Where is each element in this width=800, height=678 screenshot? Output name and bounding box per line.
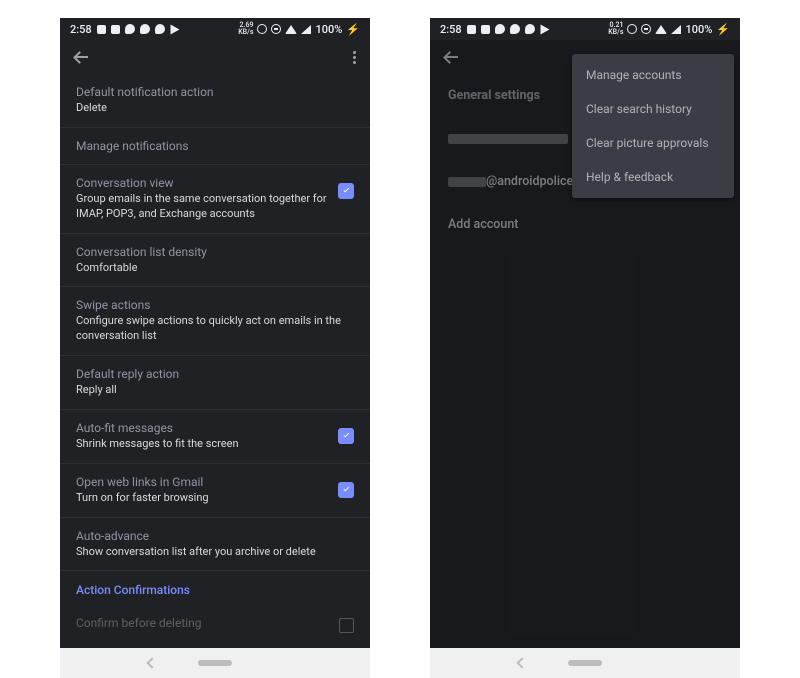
menu-clear-search-history[interactable]: Clear search history (572, 92, 734, 126)
setting-open-web-links[interactable]: Open web links in Gmail Turn on for fast… (60, 464, 370, 518)
setting-subtitle: Delete (76, 101, 354, 116)
alarm-icon (257, 24, 267, 34)
wifi-icon (655, 25, 667, 34)
setting-title: Open web links in Gmail (76, 475, 328, 489)
checkbox-checked[interactable] (338, 482, 354, 498)
notification-icon (97, 25, 106, 34)
checkbox-checked[interactable] (338, 183, 354, 199)
play-icon (540, 24, 549, 34)
status-bar: 2:58 0.21 KB/s 100% ⚡ (430, 18, 740, 40)
status-clock: 2:58 (70, 23, 92, 36)
chat-icon (495, 24, 505, 34)
section-action-confirmations: Action Confirmations (60, 571, 370, 605)
notification-icon (111, 25, 120, 34)
setting-conversation-list-density[interactable]: Conversation list density Comfortable (60, 234, 370, 288)
menu-manage-accounts[interactable]: Manage accounts (572, 58, 734, 92)
chat-icon (125, 24, 135, 34)
chat-icon (140, 24, 150, 34)
status-bar: 2:58 2.69 KB/s 100% ⚡ (60, 18, 370, 40)
net-speed: 2.69 KB/s (238, 22, 253, 36)
setting-title: Default reply action (76, 367, 354, 381)
setting-title: Conversation list density (76, 245, 354, 259)
setting-manage-notifications[interactable]: Manage notifications (60, 128, 370, 165)
menu-help-feedback[interactable]: Help & feedback (572, 160, 734, 194)
list-add-account[interactable]: Add account (430, 203, 740, 246)
back-icon[interactable] (444, 50, 458, 64)
setting-auto-fit-messages[interactable]: Auto-fit messages Shrink messages to fit… (60, 410, 370, 464)
android-nav-bar (430, 648, 740, 678)
nav-home-pill[interactable] (198, 660, 232, 666)
app-toolbar (60, 40, 370, 74)
net-speed: 0.21 KB/s (608, 22, 623, 36)
redacted-text (448, 177, 486, 187)
nav-back-icon[interactable] (516, 657, 527, 668)
setting-subtitle: Group emails in the same conversation to… (76, 192, 328, 222)
checkbox-unchecked[interactable] (339, 618, 354, 633)
setting-title: Auto-advance (76, 529, 354, 543)
phone-screenshot-right: 2:58 0.21 KB/s 100% ⚡ General settings @… (430, 18, 740, 648)
nav-back-icon[interactable] (146, 657, 157, 668)
cell-signal-icon (671, 25, 681, 34)
android-nav-bar (60, 648, 370, 678)
cell-signal-icon (301, 25, 311, 34)
chat-icon (155, 24, 165, 34)
checkbox-checked[interactable] (338, 428, 354, 444)
phone-screenshot-left: 2:58 2.69 KB/s 100% ⚡ Default notificati… (60, 18, 370, 648)
setting-subtitle: Comfortable (76, 261, 354, 276)
alarm-icon (627, 24, 637, 34)
setting-subtitle: Reply all (76, 383, 354, 398)
setting-subtitle: Show conversation list after you archive… (76, 545, 354, 560)
menu-clear-picture-approvals[interactable]: Clear picture approvals (572, 126, 734, 160)
setting-subtitle: Configure swipe actions to quickly act o… (76, 314, 354, 344)
setting-title: Confirm before deleting (76, 616, 329, 630)
overflow-menu-icon[interactable] (353, 51, 356, 64)
setting-subtitle: Turn on for faster browsing (76, 491, 328, 506)
setting-title: Conversation view (76, 176, 328, 190)
dnd-icon (641, 24, 651, 34)
chat-icon (525, 24, 535, 34)
setting-auto-advance[interactable]: Auto-advance Show conversation list afte… (60, 518, 370, 572)
setting-title: Default notification action (76, 85, 354, 99)
overflow-menu: Manage accounts Clear search history Cle… (572, 54, 734, 198)
battery-text: 100% (315, 23, 342, 36)
status-clock: 2:58 (440, 23, 462, 36)
setting-confirm-before-deleting[interactable]: Confirm before deleting (60, 605, 370, 633)
charging-icon: ⚡ (346, 23, 360, 36)
notification-icon (467, 25, 476, 34)
setting-title: Swipe actions (76, 298, 354, 312)
wifi-icon (285, 25, 297, 34)
setting-conversation-view[interactable]: Conversation view Group emails in the sa… (60, 165, 370, 234)
battery-text: 100% (685, 23, 712, 36)
chat-icon (510, 24, 520, 34)
notification-icon (481, 25, 490, 34)
charging-icon: ⚡ (716, 23, 730, 36)
setting-default-reply-action[interactable]: Default reply action Reply all (60, 356, 370, 410)
play-icon (170, 24, 179, 34)
setting-default-notification-action[interactable]: Default notification action Delete (60, 74, 370, 128)
back-icon[interactable] (74, 50, 88, 64)
setting-title: Manage notifications (76, 139, 354, 153)
nav-home-pill[interactable] (568, 660, 602, 666)
setting-subtitle: Shrink messages to fit the screen (76, 437, 328, 452)
setting-swipe-actions[interactable]: Swipe actions Configure swipe actions to… (60, 287, 370, 356)
redacted-text (448, 134, 568, 144)
setting-title: Auto-fit messages (76, 421, 328, 435)
dnd-icon (271, 24, 281, 34)
